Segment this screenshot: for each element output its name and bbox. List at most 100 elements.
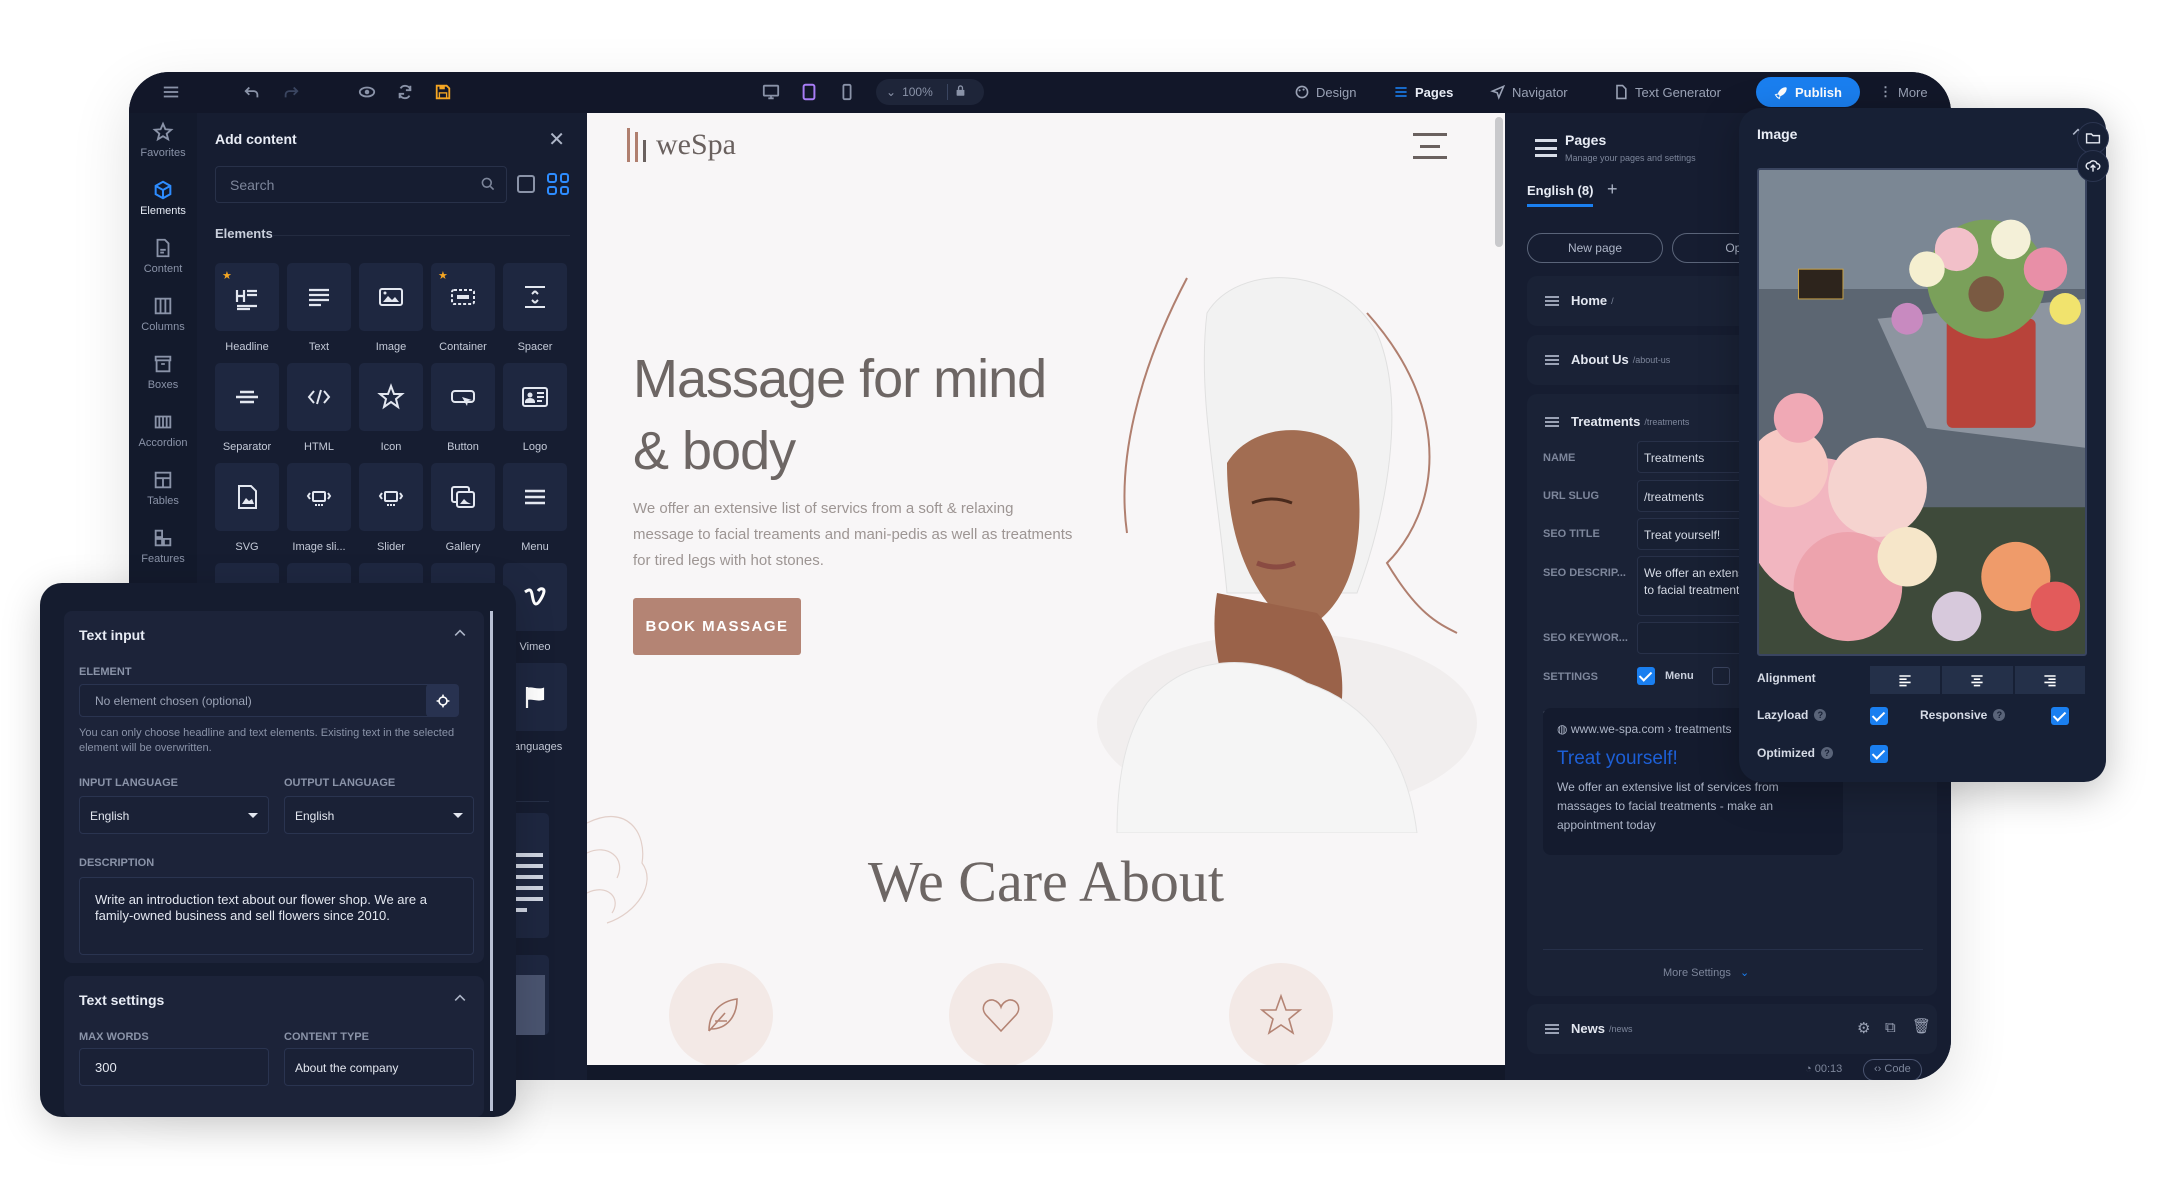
rail-item-columns[interactable]: Columns: [129, 295, 197, 333]
help-icon[interactable]: ?: [1814, 709, 1827, 721]
chevron-up-icon[interactable]: [452, 990, 468, 1011]
new-page-button[interactable]: New page: [1527, 233, 1663, 263]
element-tile-spacer[interactable]: Spacer: [503, 263, 567, 353]
element-tile-label: Spacer: [517, 341, 553, 353]
gear-icon[interactable]: ⚙: [1857, 1019, 1870, 1037]
optimized-checkbox[interactable]: [1870, 745, 1888, 763]
element-tile-logo[interactable]: Logo: [503, 363, 567, 453]
align-left-button[interactable]: [1870, 666, 1941, 694]
site-menu-icon[interactable]: [1413, 133, 1447, 159]
panel-scrollbar[interactable]: [490, 611, 493, 1111]
drag-handle-icon[interactable]: [1545, 416, 1559, 427]
upload-cloud-icon: [2085, 160, 2101, 172]
trash-icon[interactable]: 🗑︎: [1912, 1017, 1931, 1035]
element-input[interactable]: No element chosen (optional): [79, 684, 436, 717]
nav-navigator[interactable]: Navigator: [1490, 80, 1568, 104]
element-tile-slider[interactable]: Slider: [359, 463, 423, 553]
tablet-view-icon[interactable]: [797, 80, 821, 104]
upload-button[interactable]: [2077, 150, 2109, 182]
element-tile-gallery[interactable]: Gallery: [431, 463, 495, 553]
page-canvas[interactable]: weSpa Massage for mind & body We offer a…: [587, 113, 1505, 1065]
preview-eye-icon[interactable]: [355, 80, 379, 104]
element-tile-label: Button: [447, 441, 479, 453]
hamburger-menu-icon[interactable]: [159, 80, 183, 104]
nav-text-generator[interactable]: Text Generator: [1613, 80, 1721, 104]
canvas-scrollbar[interactable]: [1495, 117, 1503, 1057]
element-tile-separator[interactable]: Separator: [215, 363, 279, 453]
element-tile-svg[interactable]: SVG: [215, 463, 279, 553]
settings-checkbox-2[interactable]: [1711, 667, 1730, 685]
code-button[interactable]: ‹› Code: [1863, 1059, 1922, 1080]
more-menu[interactable]: ⋮ More: [1879, 80, 1928, 104]
mobile-view-icon[interactable]: [835, 80, 859, 104]
pages-subtitle: Manage your pages and settings: [1565, 153, 1696, 163]
element-tile-icon[interactable]: Icon: [359, 363, 423, 453]
rail-item-accordion[interactable]: Accordion: [129, 411, 197, 449]
publish-button[interactable]: Publish: [1756, 77, 1860, 107]
rail-item-boxes[interactable]: Boxes: [129, 353, 197, 391]
align-right-button[interactable]: [2014, 666, 2085, 694]
hero-text: We offer an extensive list of servics fr…: [633, 500, 1073, 569]
copy-icon[interactable]: ⧉: [1885, 1019, 1896, 1036]
refresh-icon[interactable]: [393, 80, 417, 104]
book-massage-button[interactable]: BOOK MASSAGE: [633, 598, 801, 655]
drag-handle-icon[interactable]: [1545, 1023, 1559, 1034]
button-icon: [451, 390, 475, 406]
help-icon[interactable]: ?: [1993, 709, 2006, 721]
align-center-button[interactable]: [1942, 666, 2013, 694]
element-tile-image-slider[interactable]: Image sli...: [287, 463, 351, 553]
description-textarea[interactable]: Write an introduction text about our flo…: [79, 877, 474, 955]
undo-icon[interactable]: [240, 80, 264, 104]
zoom-control[interactable]: ⌄ 100%: [876, 79, 984, 105]
flower-image-preview[interactable]: [1757, 168, 2087, 656]
list-view-toggle[interactable]: [517, 175, 535, 193]
desktop-view-icon[interactable]: [759, 80, 783, 104]
help-icon[interactable]: ?: [1821, 747, 1834, 759]
grid-view-toggle[interactable]: [547, 173, 569, 195]
content-type-input[interactable]: About the company: [284, 1048, 474, 1086]
menu-icon: [525, 489, 545, 505]
image-slider-icon: [306, 491, 332, 506]
add-language-icon[interactable]: +: [1607, 179, 1618, 200]
drag-handle-icon[interactable]: [1545, 354, 1559, 365]
element-tile-button[interactable]: Button: [431, 363, 495, 453]
chevron-up-icon[interactable]: [452, 625, 468, 646]
languages-icon: [525, 687, 545, 708]
logo-mark-icon: [627, 128, 646, 162]
element-tile-image[interactable]: Image: [359, 263, 423, 353]
tab-english[interactable]: English (8): [1527, 183, 1594, 207]
star-icon: [152, 121, 174, 142]
elements-section-label: Elements: [215, 226, 273, 241]
close-icon[interactable]: ✕: [548, 127, 565, 152]
search-input[interactable]: Search: [215, 166, 507, 203]
element-tile-headline[interactable]: ★ Headline: [215, 263, 279, 353]
lock-icon[interactable]: [954, 84, 967, 100]
drag-handle-icon[interactable]: [1545, 295, 1559, 306]
element-tile-menu[interactable]: Menu: [503, 463, 567, 553]
menu-checkbox[interactable]: [1637, 667, 1655, 685]
input-language-select[interactable]: English: [79, 796, 269, 834]
image-panel-title: Image: [1757, 126, 1798, 142]
table-icon: [154, 471, 172, 489]
pick-element-button[interactable]: [426, 684, 459, 717]
element-tile-html[interactable]: HTML: [287, 363, 351, 453]
more-settings-button[interactable]: More Settings ⌄: [1663, 966, 1749, 979]
nav-pages[interactable]: Pages: [1393, 80, 1453, 104]
lazyload-checkbox[interactable]: [1870, 707, 1888, 725]
nav-design[interactable]: Design: [1294, 80, 1356, 104]
max-words-input[interactable]: 300: [79, 1048, 269, 1086]
rail-item-features[interactable]: Features: [129, 527, 197, 565]
site-logo[interactable]: weSpa: [627, 128, 736, 162]
rail-item-content[interactable]: Content: [129, 237, 197, 275]
output-language-select[interactable]: English: [284, 796, 474, 834]
image-settings-panel: Image Alignment Lazyload ? Responsive ? …: [1739, 108, 2109, 782]
element-tile-container[interactable]: ★ Container: [431, 263, 495, 353]
rail-item-tables[interactable]: Tables: [129, 469, 197, 507]
redo-icon[interactable]: [279, 80, 303, 104]
save-icon[interactable]: [431, 80, 455, 104]
element-tile-text[interactable]: Text: [287, 263, 351, 353]
rail-item-elements[interactable]: Elements: [129, 179, 197, 217]
rail-item-favorites[interactable]: Favorites: [129, 121, 197, 159]
page-item-news[interactable]: News/news ⚙ ⧉ 🗑︎: [1527, 1004, 1937, 1054]
responsive-checkbox[interactable]: [2051, 707, 2069, 725]
